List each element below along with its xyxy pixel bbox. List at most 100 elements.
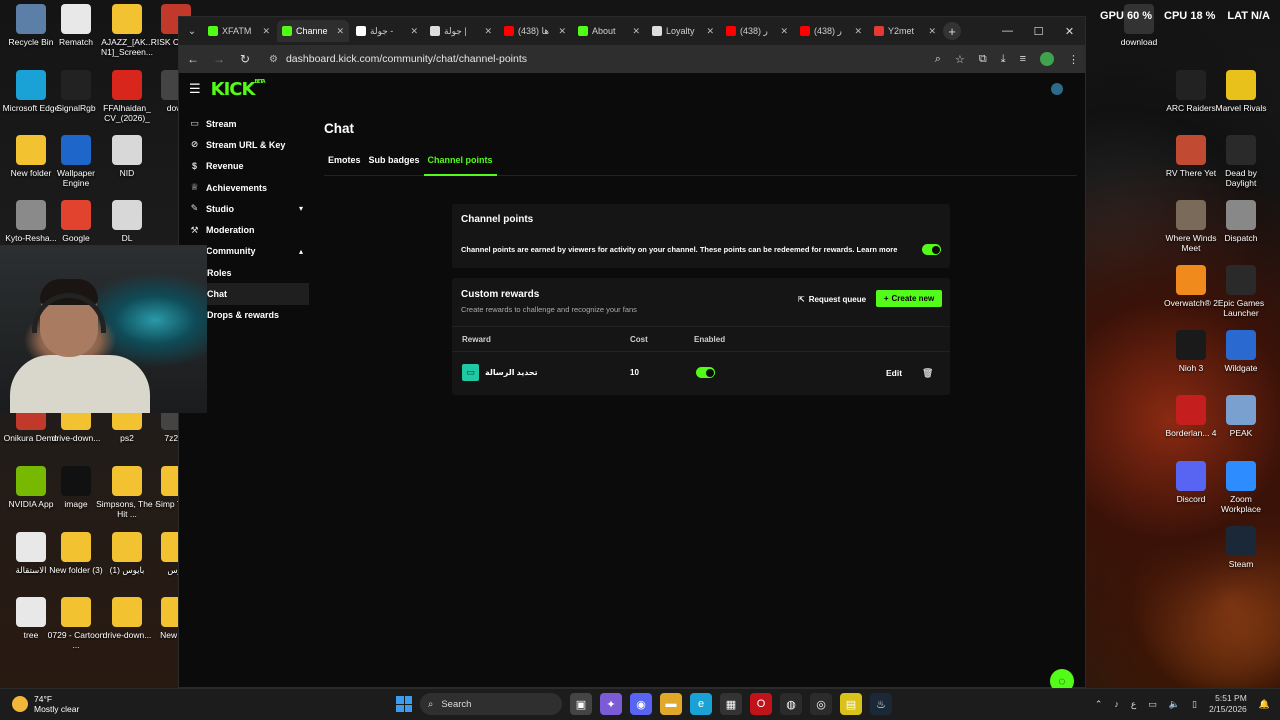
browser-tab-1[interactable]: Channe ✕ [277,20,349,42]
start-button[interactable] [396,696,412,712]
sidebar-item-stream-url-key[interactable]: ⊘ Stream URL & Key [179,134,309,155]
browser-tab-0[interactable]: XFATM ✕ [203,20,275,42]
folder-icon [61,532,91,562]
task-view-icon[interactable]: ▣ [570,693,592,715]
sidebar-item-studio[interactable]: ✎ Studio ▾ [179,198,309,219]
volume-icon[interactable]: 🔈 [1169,699,1180,710]
close-tab-icon[interactable]: ✕ [632,26,640,37]
clock[interactable]: 5:51 PM 2/15/2026 [1209,693,1247,715]
browser-tab-8[interactable]: (438) ر ✕ [795,20,867,42]
back-button[interactable]: ← [185,52,201,66]
store-icon[interactable]: ▦ [720,693,742,715]
desktop-icon-right-14[interactable]: Zoom Workplace [1210,461,1272,514]
browser-tab-2[interactable]: جولة - ✕ [351,20,423,42]
hamburger-menu-icon[interactable]: ☰ [189,81,201,97]
request-queue-button[interactable]: ⇱ Request queue [798,295,866,304]
maximize-button[interactable]: ☐ [1023,17,1054,45]
minimize-button[interactable]: — [992,17,1023,45]
file-explorer-icon[interactable]: ▬ [660,693,682,715]
browser-tab-9[interactable]: Y2met ✕ [869,20,941,42]
browser-tab-7[interactable]: (438) ر ✕ [721,20,793,42]
hammer-icon: ⚒ [190,224,199,235]
sidebar-item-stream[interactable]: ▭ Stream [179,113,309,134]
edit-reward-button[interactable]: Edit [886,352,902,394]
browser-menu-icon[interactable]: ⋮ [1068,53,1079,66]
edge-taskbar-icon[interactable]: e [690,693,712,715]
reload-button[interactable]: ↻ [237,52,253,66]
close-window-button[interactable]: ✕ [1054,17,1085,45]
trash-icon[interactable]: 🗑 [922,352,933,394]
notes-icon[interactable]: ▤ [840,693,862,715]
notification-bell-icon[interactable]: 🔔 [1259,699,1270,710]
media-control-icon[interactable]: ≡ [1020,53,1026,65]
browser-tab-5[interactable]: About ✕ [573,20,645,42]
desktop-icon-left-13[interactable]: DL [96,200,158,243]
discord-icon [1176,461,1206,491]
close-tab-icon[interactable]: ✕ [484,26,492,37]
downloads-icon[interactable]: ⤓ [1001,53,1006,66]
user-avatar[interactable] [1051,83,1063,95]
sidebar-item-moderation[interactable]: ⚒ Moderation [179,219,309,240]
desktop-icon-label: Zoom Workplace [1221,494,1261,514]
reward-enabled-toggle[interactable] [696,367,715,378]
tab-sub-badges[interactable]: Sub badges [365,150,424,176]
game-icon [1226,200,1256,230]
desktop-icon-left-10[interactable]: NID [96,135,158,178]
close-tab-icon[interactable]: ✕ [854,26,862,37]
desktop-icon-right-6[interactable]: Dispatch [1210,200,1272,243]
chrome-taskbar-icon[interactable]: ◍ [780,693,802,715]
desktop-icon-right-8[interactable]: Epic Games Launcher [1210,265,1272,318]
desktop-icon-right-12[interactable]: PEAK [1210,395,1272,438]
bookmark-star-icon[interactable]: ☆ [955,53,965,66]
tab-emotes[interactable]: Emotes [324,150,365,176]
kick-dashboard: ☰ KICKBETA ▭ Stream ⊘ Stream URL & Key $ Reve… [179,73,1085,693]
kick-logo[interactable]: KICKBETA [211,79,266,100]
browser-tab-6[interactable]: Loyalty ✕ [647,20,719,42]
chevron-down-icon[interactable]: ▾ [299,204,303,213]
discord-taskbar-icon[interactable]: ◉ [630,693,652,715]
opera-icon[interactable]: O [750,693,772,715]
close-tab-icon[interactable]: ✕ [410,26,418,37]
close-tab-icon[interactable]: ✕ [336,26,344,37]
profile-avatar[interactable] [1040,52,1054,66]
tab-channel-points[interactable]: Channel points [423,150,497,176]
language-indicator[interactable]: ع [1131,699,1136,710]
overwatch-icon [1176,265,1206,295]
rewards-table-header: Reward Cost Enabled [452,326,950,352]
tray-overflow-icon[interactable]: ⌃ [1095,699,1103,710]
close-tab-icon[interactable]: ✕ [558,26,566,37]
desktop-icon-right-4[interactable]: Dead by Daylight [1210,135,1272,188]
weather-widget[interactable]: 74°F Mostly clear [12,694,79,714]
copilot-icon[interactable]: ✦ [600,693,622,715]
steam-taskbar-icon[interactable]: ♨ [870,693,892,715]
obs-icon[interactable]: ◎ [810,693,832,715]
desktop-icon-right-10[interactable]: Wildgate [1210,330,1272,373]
channel-points-toggle[interactable] [922,244,941,255]
sidebar-item-revenue[interactable]: $ Revenue [179,156,309,177]
chevron-up-icon[interactable]: ▴ [299,247,303,256]
create-new-button[interactable]: + Create new [876,290,942,307]
tab-search-button[interactable]: ⌄ [183,20,201,42]
desktop-icon-right-15[interactable]: Steam [1210,526,1272,569]
microphone-icon[interactable]: ♪ [1114,699,1119,709]
close-tab-icon[interactable]: ✕ [262,26,270,37]
browser-tab-3[interactable]: جولة | ✕ [425,20,497,42]
extensions-icon[interactable]: ⧉ [979,53,987,66]
taskbar-search[interactable]: ⌕ Search [420,693,562,715]
gpu-value: 60 % [1126,10,1153,22]
url-field[interactable]: ⚙ dashboard.kick.com/community/chat/chan… [263,48,925,70]
close-tab-icon[interactable]: ✕ [780,26,788,37]
close-tab-icon[interactable]: ✕ [706,26,714,37]
battery-icon[interactable]: ▯ [1192,699,1197,710]
clock-time: 5:51 PM [1215,693,1247,703]
zoom-icon[interactable]: ⌕ [935,53,941,66]
sidebar-item-achievements[interactable]: ♕ Achievements [179,177,309,198]
sidebar-item-label: Studio [206,203,234,214]
forward-button[interactable]: → [211,52,227,66]
site-info-icon[interactable]: ⚙ [269,54,278,65]
browser-tab-4[interactable]: (438) ها ✕ [499,20,571,42]
close-tab-icon[interactable]: ✕ [928,26,936,37]
desktop-icon-right-2[interactable]: Marvel Rivals [1210,70,1272,113]
new-tab-button[interactable]: + [943,22,961,40]
network-icon[interactable]: ▭ [1148,699,1157,710]
